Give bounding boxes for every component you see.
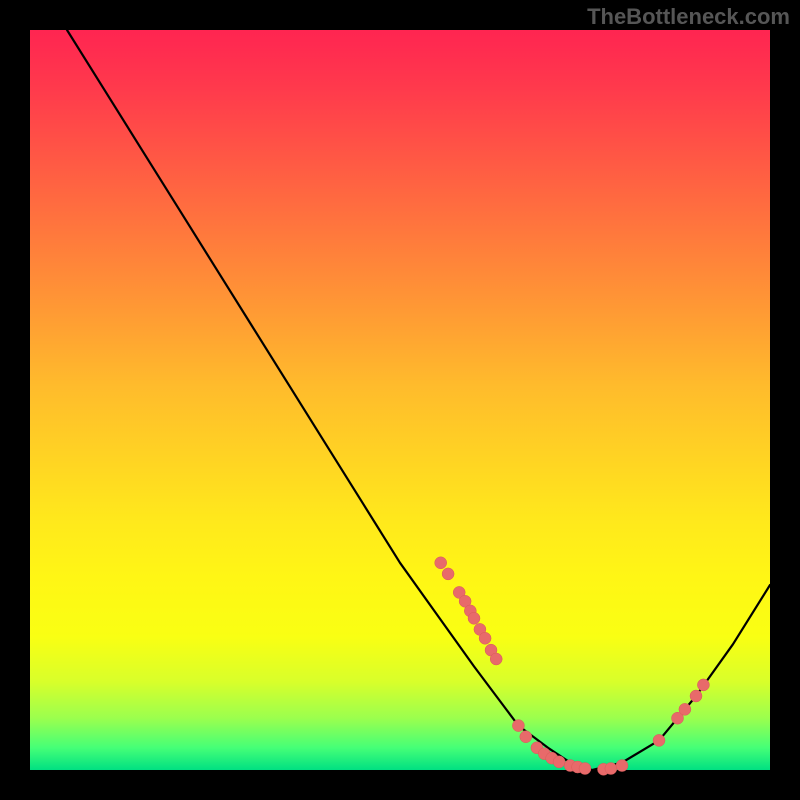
data-point — [679, 703, 691, 715]
chart-frame: TheBottleneck.com — [0, 0, 800, 800]
bottleneck-curve — [67, 30, 770, 770]
data-point — [579, 763, 591, 775]
data-point — [605, 763, 617, 775]
data-point — [479, 632, 491, 644]
data-point — [468, 612, 480, 624]
data-point — [512, 720, 524, 732]
chart-overlay — [30, 30, 770, 770]
data-point — [697, 679, 709, 691]
attribution-label: TheBottleneck.com — [587, 4, 790, 30]
data-point — [553, 756, 565, 768]
data-point — [690, 690, 702, 702]
data-markers — [435, 557, 710, 775]
data-point — [616, 760, 628, 772]
data-point — [442, 568, 454, 580]
data-point — [520, 731, 532, 743]
data-point — [653, 734, 665, 746]
data-point — [435, 557, 447, 569]
data-point — [490, 653, 502, 665]
